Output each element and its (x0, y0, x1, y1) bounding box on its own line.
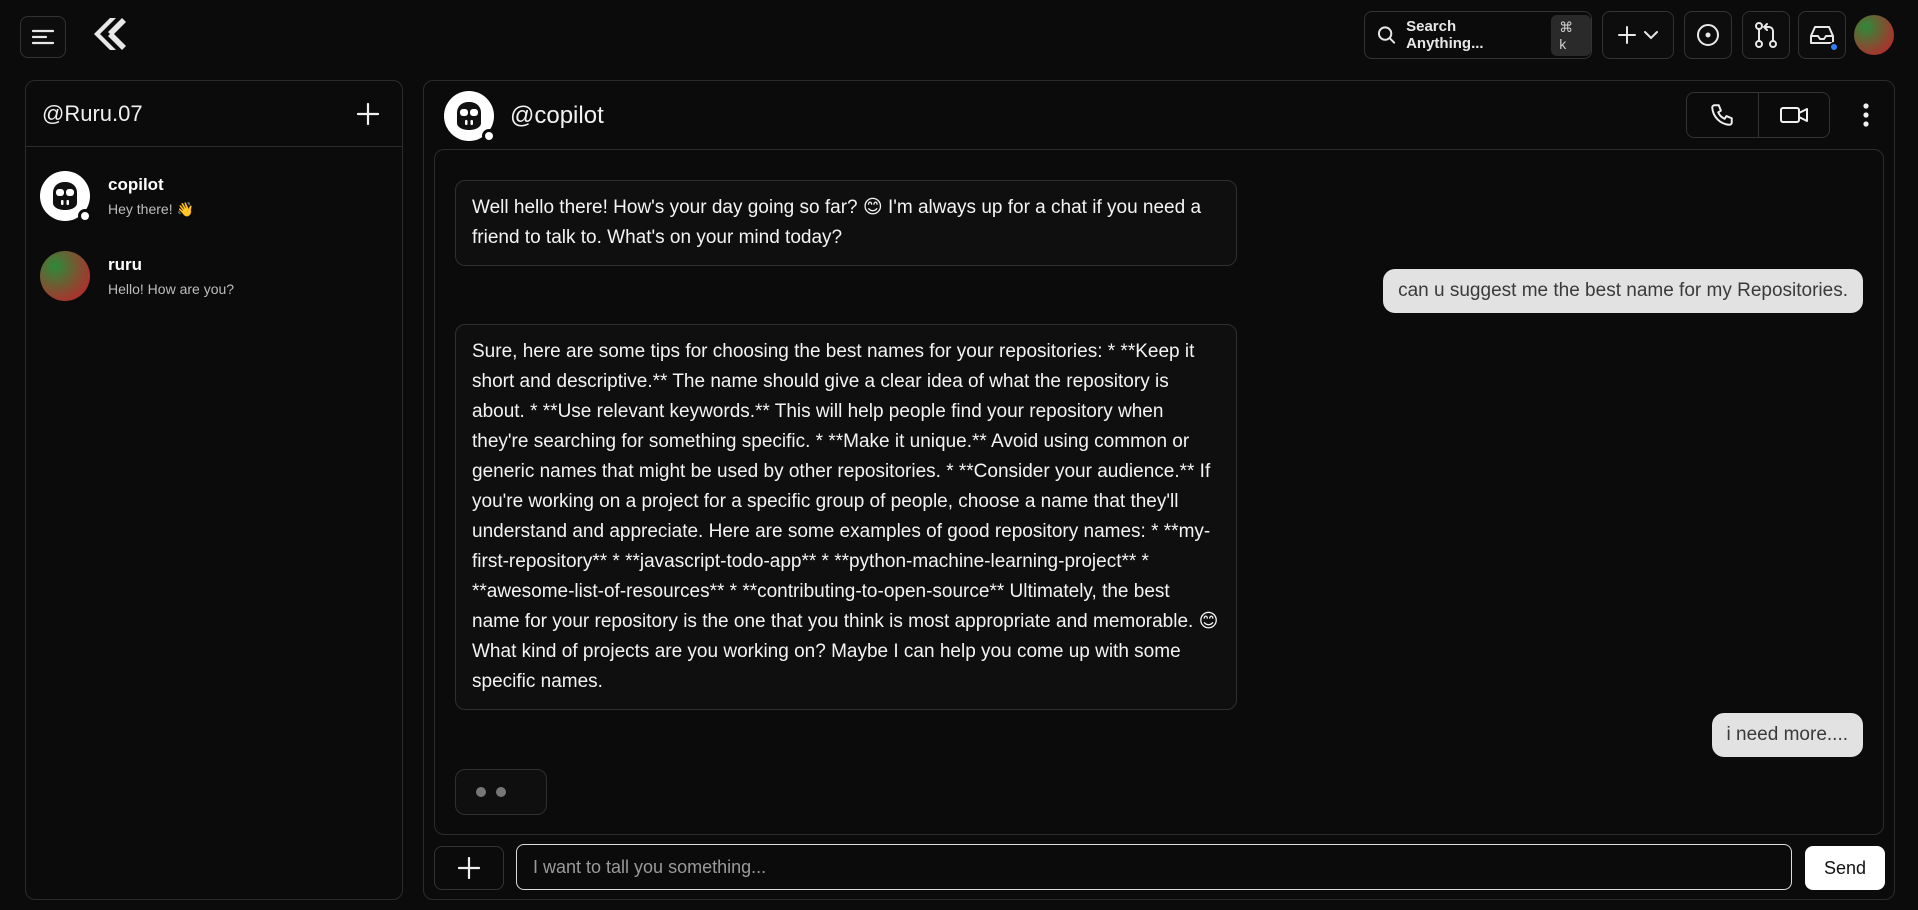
chevron-down-icon (1644, 31, 1658, 40)
online-status-dot (482, 129, 496, 143)
ruru-avatar (40, 251, 90, 301)
message-list: Well hello there! How's your day going s… (434, 149, 1884, 835)
typing-dot (476, 787, 486, 797)
plus-icon (1618, 26, 1636, 44)
sidebar-title: @Ruru.07 (42, 100, 143, 126)
message-input[interactable] (516, 844, 1792, 890)
create-new-dropdown[interactable] (1602, 11, 1674, 59)
chat-header: @copilot (424, 81, 1894, 147)
menu-button[interactable] (20, 16, 66, 58)
copilot-avatar (40, 171, 92, 223)
app-logo[interactable] (86, 14, 128, 54)
contact-name: ruru (108, 255, 142, 274)
chat-title: @copilot (510, 102, 604, 129)
call-controls (1686, 92, 1830, 138)
pull-request-icon (1755, 22, 1777, 48)
search-shortcut: ⌘ k (1551, 14, 1591, 56)
issues-button[interactable] (1684, 11, 1732, 59)
plus-icon (357, 102, 379, 125)
top-bar: Search Anything... ⌘ k (0, 0, 1918, 68)
contact-last-message: Hey there! 👋 (108, 200, 194, 217)
inbox-button[interactable] (1798, 11, 1846, 59)
contact-item-copilot[interactable]: copilot Hey there! 👋 (40, 171, 194, 223)
message-copilot: Well hello there! How's your day going s… (455, 180, 1237, 266)
plus-icon (458, 857, 480, 879)
pull-requests-button[interactable] (1742, 11, 1790, 59)
attach-button[interactable] (434, 846, 504, 890)
user-avatar[interactable] (1854, 15, 1894, 55)
phone-icon (1711, 104, 1733, 126)
more-options-button[interactable] (1854, 98, 1878, 132)
chat-avatar (444, 91, 496, 143)
search-box[interactable]: Search Anything... ⌘ k (1364, 11, 1592, 59)
message-copilot: Sure, here are some tips for choosing th… (455, 324, 1237, 710)
issues-icon (1697, 24, 1719, 46)
conversations-sidebar: @Ruru.07 copilot Hey there! 👋 ruru Hello… (25, 80, 403, 900)
search-icon (1377, 26, 1396, 44)
copilot-icon (457, 102, 481, 130)
online-status-dot (78, 209, 92, 223)
typing-indicator (455, 769, 547, 815)
sidebar-header: @Ruru.07 (26, 81, 402, 147)
copilot-icon (53, 182, 77, 210)
message-user: i need more.... (1711, 713, 1863, 757)
chat-panel: @copilot Well hello there! How's your da… (423, 80, 1895, 900)
menu-icon (32, 29, 54, 45)
message-user: can u suggest me the best name for my Re… (1383, 269, 1863, 313)
typing-dot (496, 787, 506, 797)
contact-name: copilot (108, 174, 164, 194)
notification-dot (1829, 42, 1839, 52)
contact-item-ruru[interactable]: ruru Hello! How are you? (40, 251, 234, 301)
search-placeholder: Search Anything... (1406, 18, 1484, 52)
new-chat-button[interactable] (350, 96, 386, 132)
voice-call-button[interactable] (1687, 93, 1759, 137)
contact-last-message: Hello! How are you? (108, 281, 235, 297)
more-vertical-icon (1863, 103, 1869, 127)
send-button[interactable]: Send (1805, 846, 1885, 890)
video-icon (1779, 107, 1808, 123)
video-call-button[interactable] (1759, 93, 1830, 137)
